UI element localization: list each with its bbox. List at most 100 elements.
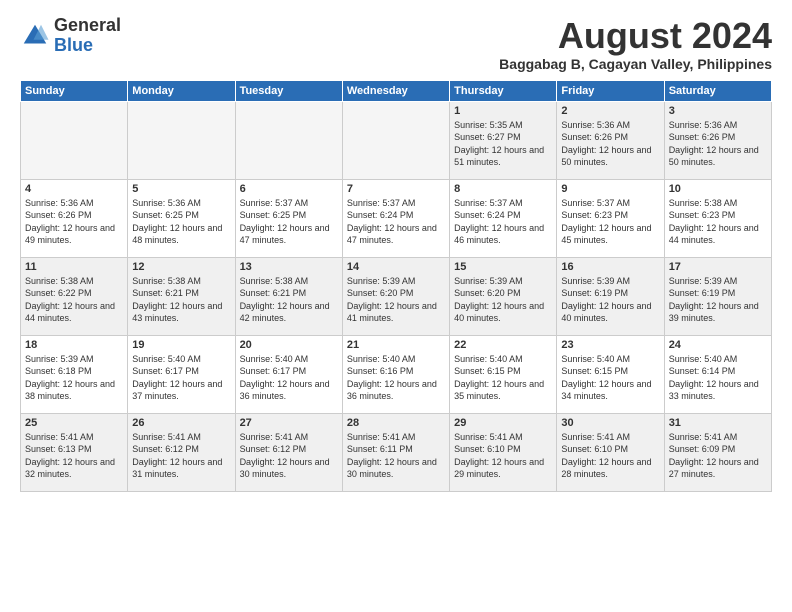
day-number: 12 [132, 261, 230, 273]
calendar-cell: 19 Sunrise: 5:40 AMSunset: 6:17 PMDayligh… [128, 335, 235, 413]
calendar-cell: 13 Sunrise: 5:38 AMSunset: 6:21 PMDayligh… [235, 257, 342, 335]
calendar-week-1: 1 Sunrise: 5:35 AMSunset: 6:27 PMDaylight… [21, 101, 772, 179]
logo-general: General [54, 16, 121, 36]
calendar-cell: 1 Sunrise: 5:35 AMSunset: 6:27 PMDaylight… [450, 101, 557, 179]
calendar-cell: 5 Sunrise: 5:36 AMSunset: 6:25 PMDaylight… [128, 179, 235, 257]
day-number: 19 [132, 339, 230, 351]
day-info: Sunrise: 5:37 AMSunset: 6:23 PMDaylight:… [561, 197, 659, 247]
logo-text: General Blue [54, 16, 121, 56]
calendar-cell: 3 Sunrise: 5:36 AMSunset: 6:26 PMDaylight… [664, 101, 771, 179]
day-info: Sunrise: 5:35 AMSunset: 6:27 PMDaylight:… [454, 119, 552, 169]
day-number: 26 [132, 417, 230, 429]
day-number: 11 [25, 261, 123, 273]
calendar-cell: 23Sunrise: 5:40 AMSunset: 6:15 PMDayligh… [557, 335, 664, 413]
calendar-cell: 26 Sunrise: 5:41 AMSunset: 6:12 PMDayligh… [128, 413, 235, 491]
calendar-cell: 14 Sunrise: 5:39 AMSunset: 6:20 PMDayligh… [342, 257, 449, 335]
day-info: Sunrise: 5:40 AMSunset: 6:14 PMDaylight:… [669, 353, 767, 403]
calendar-cell: 21 Sunrise: 5:40 AMSunset: 6:16 PMDayligh… [342, 335, 449, 413]
day-info: Sunrise: 5:38 AMSunset: 6:23 PMDaylight:… [669, 197, 767, 247]
day-info: Sunrise: 5:41 AMSunset: 6:12 PMDaylight:… [132, 431, 230, 481]
calendar-cell: 7Sunrise: 5:37 AMSunset: 6:24 PMDaylight… [342, 179, 449, 257]
day-number: 13 [240, 261, 338, 273]
day-number: 28 [347, 417, 445, 429]
logo: General Blue [20, 16, 121, 56]
day-info: Sunrise: 5:41 AMSunset: 6:13 PMDaylight:… [25, 431, 123, 481]
calendar-cell: 8 Sunrise: 5:37 AMSunset: 6:24 PMDaylight… [450, 179, 557, 257]
calendar-cell [128, 101, 235, 179]
month-title: August 2024 [499, 16, 772, 56]
logo-blue: Blue [54, 36, 121, 56]
day-info: Sunrise: 5:39 AMSunset: 6:20 PMDaylight:… [454, 275, 552, 325]
day-number: 24 [669, 339, 767, 351]
day-number: 14 [347, 261, 445, 273]
day-number: 22 [454, 339, 552, 351]
day-number: 2 [561, 105, 659, 117]
day-info: Sunrise: 5:41 AMSunset: 6:11 PMDaylight:… [347, 431, 445, 481]
col-header-saturday: Saturday [664, 80, 771, 101]
day-number: 4 [25, 183, 123, 195]
page: General Blue August 2024 Baggabag B, Cag… [0, 0, 792, 612]
day-number: 17 [669, 261, 767, 273]
calendar-week-2: 4 Sunrise: 5:36 AMSunset: 6:26 PMDaylight… [21, 179, 772, 257]
calendar-cell: 28 Sunrise: 5:41 AMSunset: 6:11 PMDayligh… [342, 413, 449, 491]
day-number: 31 [669, 417, 767, 429]
header: General Blue August 2024 Baggabag B, Cag… [20, 16, 772, 72]
day-info: Sunrise: 5:36 AMSunset: 6:25 PMDaylight:… [132, 197, 230, 247]
day-number: 21 [347, 339, 445, 351]
calendar-cell [342, 101, 449, 179]
calendar-cell: 20 Sunrise: 5:40 AMSunset: 6:17 PMDayligh… [235, 335, 342, 413]
calendar-cell: 4 Sunrise: 5:36 AMSunset: 6:26 PMDaylight… [21, 179, 128, 257]
day-number: 8 [454, 183, 552, 195]
calendar-cell: 22Sunrise: 5:40 AMSunset: 6:15 PMDayligh… [450, 335, 557, 413]
day-number: 18 [25, 339, 123, 351]
calendar-cell: 25 Sunrise: 5:41 AMSunset: 6:13 PMDayligh… [21, 413, 128, 491]
day-number: 23 [561, 339, 659, 351]
day-info: Sunrise: 5:38 AMSunset: 6:22 PMDaylight:… [25, 275, 123, 325]
calendar-header-row: SundayMondayTuesdayWednesdayThursdayFrid… [21, 80, 772, 101]
calendar-cell: 16 Sunrise: 5:39 AMSunset: 6:19 PMDayligh… [557, 257, 664, 335]
day-number: 1 [454, 105, 552, 117]
calendar-cell: 30Sunrise: 5:41 AMSunset: 6:10 PMDayligh… [557, 413, 664, 491]
day-info: Sunrise: 5:37 AMSunset: 6:24 PMDaylight:… [454, 197, 552, 247]
day-number: 27 [240, 417, 338, 429]
day-info: Sunrise: 5:36 AMSunset: 6:26 PMDaylight:… [669, 119, 767, 169]
day-number: 25 [25, 417, 123, 429]
day-number: 6 [240, 183, 338, 195]
day-number: 5 [132, 183, 230, 195]
calendar-cell: 18 Sunrise: 5:39 AMSunset: 6:18 PMDayligh… [21, 335, 128, 413]
day-info: Sunrise: 5:41 AMSunset: 6:12 PMDaylight:… [240, 431, 338, 481]
col-header-sunday: Sunday [21, 80, 128, 101]
col-header-tuesday: Tuesday [235, 80, 342, 101]
day-info: Sunrise: 5:40 AMSunset: 6:17 PMDaylight:… [132, 353, 230, 403]
day-number: 20 [240, 339, 338, 351]
calendar-week-4: 18 Sunrise: 5:39 AMSunset: 6:18 PMDayligh… [21, 335, 772, 413]
day-number: 16 [561, 261, 659, 273]
calendar-cell: 24 Sunrise: 5:40 AMSunset: 6:14 PMDayligh… [664, 335, 771, 413]
day-info: Sunrise: 5:37 AMSunset: 6:24 PMDaylight:… [347, 197, 445, 247]
col-header-wednesday: Wednesday [342, 80, 449, 101]
day-info: Sunrise: 5:39 AMSunset: 6:18 PMDaylight:… [25, 353, 123, 403]
day-number: 3 [669, 105, 767, 117]
calendar-week-3: 11 Sunrise: 5:38 AMSunset: 6:22 PMDayligh… [21, 257, 772, 335]
day-info: Sunrise: 5:41 AMSunset: 6:10 PMDaylight:… [454, 431, 552, 481]
calendar-cell: 27 Sunrise: 5:41 AMSunset: 6:12 PMDayligh… [235, 413, 342, 491]
day-info: Sunrise: 5:40 AMSunset: 6:17 PMDaylight:… [240, 353, 338, 403]
day-number: 9 [561, 183, 659, 195]
calendar-cell: 12Sunrise: 5:38 AMSunset: 6:21 PMDayligh… [128, 257, 235, 335]
day-info: Sunrise: 5:36 AMSunset: 6:26 PMDaylight:… [561, 119, 659, 169]
day-info: Sunrise: 5:39 AMSunset: 6:20 PMDaylight:… [347, 275, 445, 325]
calendar-cell: 2 Sunrise: 5:36 AMSunset: 6:26 PMDaylight… [557, 101, 664, 179]
day-number: 10 [669, 183, 767, 195]
day-number: 30 [561, 417, 659, 429]
day-info: Sunrise: 5:36 AMSunset: 6:26 PMDaylight:… [25, 197, 123, 247]
day-info: Sunrise: 5:38 AMSunset: 6:21 PMDaylight:… [240, 275, 338, 325]
logo-icon [20, 21, 50, 51]
col-header-monday: Monday [128, 80, 235, 101]
day-info: Sunrise: 5:40 AMSunset: 6:16 PMDaylight:… [347, 353, 445, 403]
calendar-cell: 15 Sunrise: 5:39 AMSunset: 6:20 PMDayligh… [450, 257, 557, 335]
day-info: Sunrise: 5:39 AMSunset: 6:19 PMDaylight:… [561, 275, 659, 325]
calendar-cell: 17Sunrise: 5:39 AMSunset: 6:19 PMDayligh… [664, 257, 771, 335]
subtitle: Baggabag B, Cagayan Valley, Philippines [499, 56, 772, 72]
day-number: 15 [454, 261, 552, 273]
col-header-friday: Friday [557, 80, 664, 101]
